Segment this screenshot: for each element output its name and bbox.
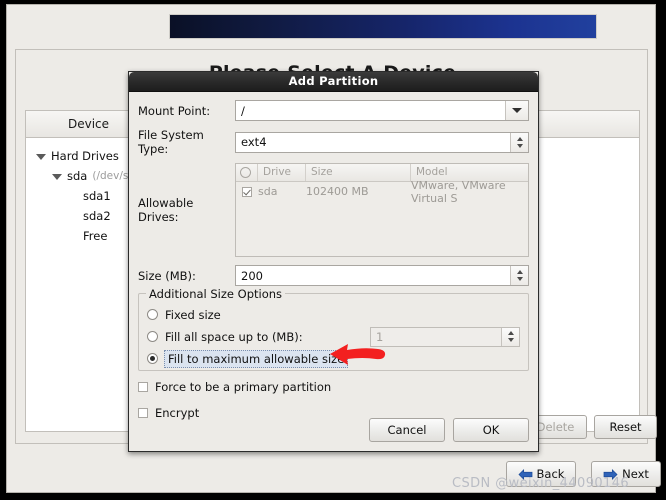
drive-model-cell: VMware, VMware Virtual S — [411, 178, 506, 205]
drives-table-row[interactable]: sda 102400 MB VMware, VMware Virtual S — [236, 179, 528, 205]
caret-down-icon — [507, 338, 514, 342]
size-spinbox[interactable]: 200 — [235, 265, 529, 286]
size-row: Size (MB): 200 — [138, 265, 529, 286]
tree-item-label: Free — [83, 229, 108, 243]
option-fixed-size-label: Fixed size — [165, 307, 221, 322]
caret-up-icon — [516, 270, 523, 274]
drives-header-select[interactable] — [236, 164, 258, 181]
file-system-type-value[interactable]: ext4 — [236, 135, 510, 149]
option-fixed-size[interactable]: Fixed size — [147, 304, 520, 325]
watermark: CSDN @weixin_44090146 — [452, 476, 630, 491]
encrypt-checkbox[interactable] — [138, 408, 148, 418]
radio-fixed-size[interactable] — [147, 309, 158, 320]
option-fill-all-space-label: Fill all space up to (MB): — [165, 329, 303, 344]
force-primary-partition-row[interactable]: Force to be a primary partition — [138, 377, 529, 397]
caret-up-icon — [516, 136, 523, 141]
file-system-type-label: File System Type: — [138, 128, 204, 156]
tree-item-label: sda1 — [83, 189, 111, 203]
drive-size-cell: 102400 MB — [306, 185, 369, 198]
mount-point-label: Mount Point: — [138, 103, 211, 118]
allowable-drives-row: Allowable Drives: Drive Size Model sda 1… — [138, 163, 529, 257]
radio-fill-to-maximum[interactable] — [147, 353, 158, 364]
tree-item-label: sda2 — [83, 209, 111, 223]
drives-header-size[interactable]: Size — [306, 164, 411, 181]
dialog-body: Mount Point: / File System Type: ext4 Al… — [129, 92, 538, 452]
radio-fill-all-space[interactable] — [147, 331, 158, 342]
drive-checkbox-cell[interactable] — [236, 186, 258, 197]
tree-item-label: sda — [67, 169, 88, 183]
drives-header-drive[interactable]: Drive — [258, 164, 306, 181]
additional-size-options-group: Additional Size Options Fixed size Fill … — [138, 287, 529, 371]
file-system-type-spinner-button[interactable] — [510, 132, 528, 152]
force-primary-partition-checkbox[interactable] — [138, 382, 148, 392]
fill-all-space-spinner-button — [501, 327, 519, 346]
file-system-type-row: File System Type: ext4 — [138, 128, 529, 156]
file-system-type-combobox[interactable]: ext4 — [235, 131, 529, 153]
installer-banner — [169, 14, 597, 39]
dialog-button-bar: Cancel OK — [369, 418, 529, 442]
size-label: Size (MB): — [138, 268, 196, 283]
mount-point-combobox[interactable]: / — [235, 100, 529, 121]
mount-point-row: Mount Point: / — [138, 100, 529, 121]
expander-triangle-icon[interactable] — [52, 171, 63, 182]
ok-button[interactable]: OK — [453, 418, 529, 442]
force-primary-partition-label: Force to be a primary partition — [155, 380, 332, 394]
fill-all-space-value: 1 — [376, 329, 384, 344]
radio-circle-icon — [240, 167, 251, 178]
fill-all-space-spinbox: 1 — [370, 326, 520, 347]
caret-down-icon — [516, 277, 523, 281]
allowable-drives-table[interactable]: Drive Size Model sda 102400 MB VMware, V… — [235, 163, 529, 257]
allowable-drives-label: Allowable Drives: — [138, 196, 194, 224]
drive-checkbox[interactable] — [242, 186, 252, 197]
add-partition-dialog: Add Partition Mount Point: / File System… — [128, 71, 539, 452]
encrypt-label: Encrypt — [155, 406, 200, 420]
expander-triangle-icon[interactable] — [36, 151, 47, 162]
mount-point-dropdown-button[interactable] — [505, 101, 528, 120]
reset-button[interactable]: Reset — [594, 415, 657, 439]
mount-point-value[interactable]: / — [236, 104, 505, 118]
size-spinner-button[interactable] — [510, 266, 528, 285]
cancel-button[interactable]: Cancel — [369, 418, 445, 442]
option-fill-to-maximum-label: Fill to maximum allowable size — [164, 349, 349, 368]
drive-name-cell: sda — [258, 185, 278, 198]
dialog-titlebar[interactable]: Add Partition — [129, 72, 538, 92]
tree-item-label: Hard Drives — [51, 149, 119, 163]
additional-size-options-legend: Additional Size Options — [146, 287, 286, 301]
screen: Please Select A Device Device Hard Drive… — [0, 0, 666, 500]
size-value[interactable]: 200 — [236, 269, 510, 283]
option-fill-to-maximum[interactable]: Fill to maximum allowable size — [147, 348, 520, 369]
caret-up-icon — [507, 331, 514, 335]
option-fill-all-space[interactable]: Fill all space up to (MB): 1 — [147, 326, 520, 347]
chevron-down-icon — [512, 108, 522, 113]
caret-down-icon — [516, 143, 523, 148]
